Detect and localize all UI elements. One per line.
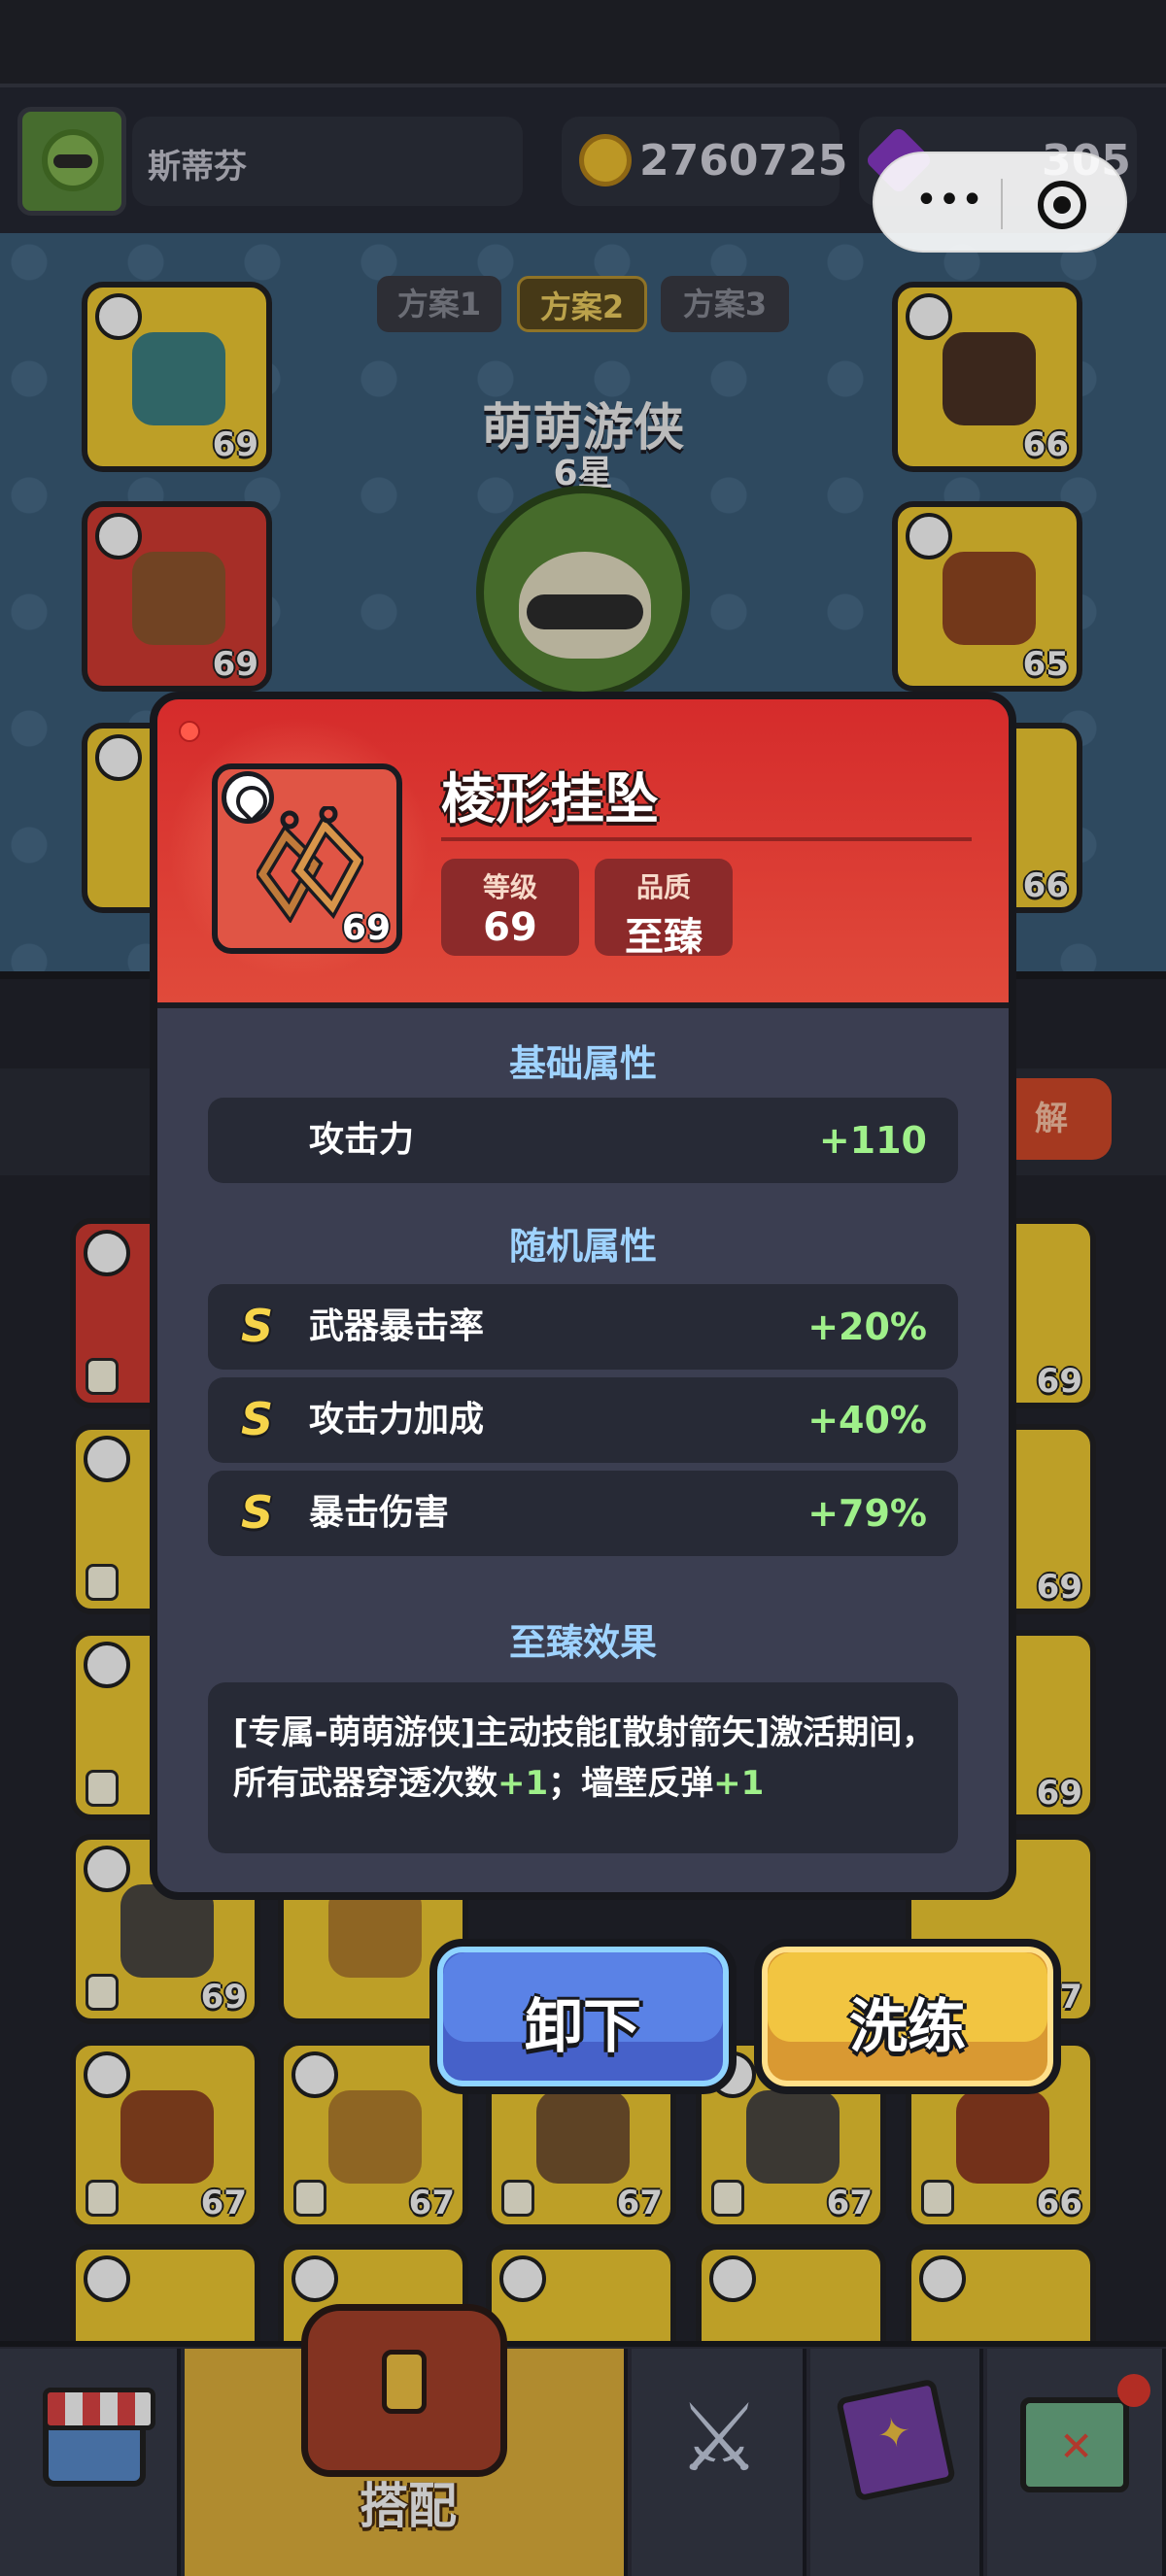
perfect-effect-text: [专属-萌萌游侠]主动技能[散射箭矢]激活期间，所有武器穿透次数+1；墙壁反弹+…: [233, 1708, 943, 1809]
s-grade-icon: S: [241, 1486, 274, 1539]
level-stat: 等级 69: [441, 859, 579, 956]
name-divider: [441, 837, 972, 841]
unequip-button[interactable]: 卸下: [429, 1939, 737, 2094]
quality-stat: 品质 至臻: [595, 859, 733, 960]
reforge-label: 洗练: [849, 1993, 966, 2061]
close-miniprogram-icon[interactable]: [1038, 181, 1086, 229]
item-icon-slot: 69: [212, 763, 402, 954]
base-stat-row: 攻击力 +110: [208, 1098, 958, 1183]
stat-value: +40%: [807, 1399, 927, 1441]
s-grade-icon: S: [241, 1393, 274, 1445]
effect-highlight: +1: [497, 1764, 549, 1803]
quality-caption: 品质: [635, 871, 691, 903]
stat-label: 武器暴击率: [309, 1306, 485, 1346]
stat-label: 攻击力: [309, 1120, 415, 1160]
effect-text-part: ；墙壁反弹: [548, 1764, 714, 1803]
stat-value: +110: [818, 1119, 927, 1162]
item-header: 69 棱形挂坠 等级 69 品质 至臻: [157, 699, 1009, 1008]
capsule-divider: [1001, 179, 1003, 229]
top-status-area: [0, 0, 1166, 87]
random-stat-row: S 攻击力加成 +40%: [208, 1377, 958, 1463]
item-detail-modal: 69 棱形挂坠 等级 69 品质 至臻 基础属性 攻击力 +110 随机属性 S…: [150, 692, 1016, 1900]
stat-label: 暴击伤害: [309, 1493, 450, 1533]
reforge-button[interactable]: 洗练: [754, 1939, 1061, 2094]
random-stat-row: S 武器暴击率 +20%: [208, 1284, 958, 1370]
item-name: 棱形挂坠: [441, 768, 659, 831]
random-stat-row: S 暴击伤害 +79%: [208, 1471, 958, 1556]
miniprogram-capsule: •••: [873, 152, 1127, 253]
unequip-label: 卸下: [525, 1993, 641, 2061]
item-level-corner: 69: [341, 908, 391, 948]
base-attributes-title: 基础属性: [508, 1042, 657, 1085]
perfect-effect-box: [专属-萌萌游侠]主动技能[散射箭矢]激活期间，所有武器穿透次数+1；墙壁反弹+…: [208, 1682, 958, 1853]
random-attributes-title: 随机属性: [508, 1225, 657, 1268]
rhombus-pendant-icon: [257, 806, 363, 923]
header-dot: [179, 721, 200, 742]
stat-label: 攻击力加成: [309, 1400, 485, 1440]
stat-value: +20%: [807, 1305, 927, 1348]
effect-highlight: +1: [713, 1764, 765, 1803]
s-grade-icon: S: [241, 1300, 274, 1352]
level-value: 69: [483, 905, 537, 950]
perfect-effect-title: 至臻效果: [508, 1621, 657, 1664]
more-options-icon[interactable]: •••: [908, 181, 991, 225]
quality-value: 至臻: [625, 915, 703, 960]
level-caption: 等级: [482, 871, 537, 903]
stat-value: +79%: [807, 1492, 927, 1535]
